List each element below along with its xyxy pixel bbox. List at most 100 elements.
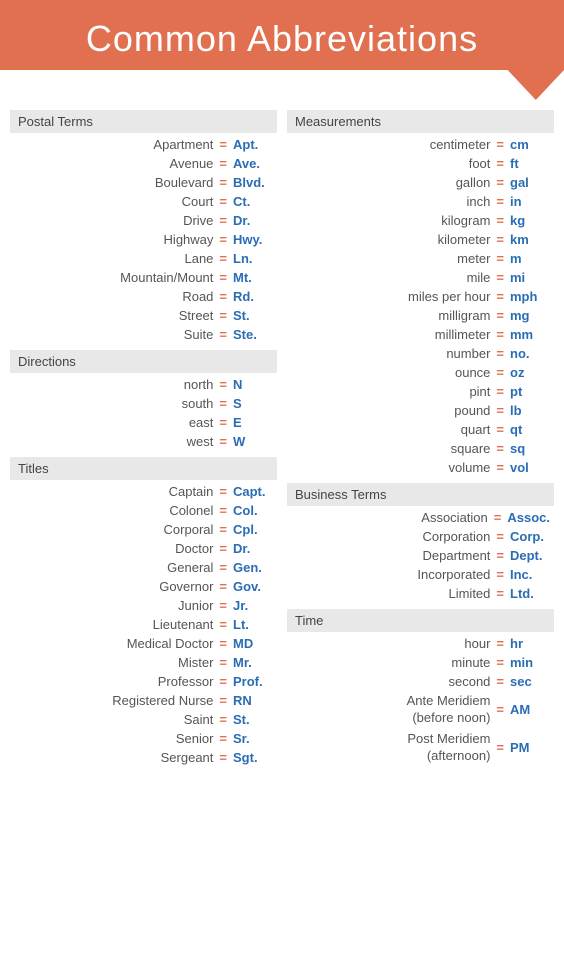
equals-sign: = — [496, 346, 504, 361]
list-item: Association=Assoc. — [287, 508, 554, 527]
abbreviation-term: Drive — [14, 213, 213, 228]
abbreviation-short: mph — [510, 289, 550, 304]
abbreviation-short: MD — [233, 636, 273, 651]
abbreviation-term: pound — [291, 403, 490, 418]
abbreviation-term: Avenue — [14, 156, 213, 171]
abbreviation-term: millimeter — [291, 327, 490, 342]
list-item: hour=hr — [287, 634, 554, 653]
equals-sign: = — [219, 175, 227, 190]
abbreviation-term: ounce — [291, 365, 490, 380]
abbreviation-term: north — [14, 377, 213, 392]
equals-sign: = — [219, 156, 227, 171]
list-item: Lieutenant=Lt. — [10, 615, 277, 634]
abbreviation-short: Prof. — [233, 674, 273, 689]
abbreviation-short: hr — [510, 636, 550, 651]
abbreviation-short: Jr. — [233, 598, 273, 613]
abbreviation-short: Ave. — [233, 156, 273, 171]
abbreviation-term: west — [14, 434, 213, 449]
equals-sign: = — [219, 636, 227, 651]
abbreviation-term: inch — [291, 194, 490, 209]
abbreviation-short: Inc. — [510, 567, 550, 582]
equals-sign: = — [496, 586, 504, 601]
equals-sign: = — [496, 529, 504, 544]
equals-sign: = — [494, 510, 502, 525]
abbreviation-term: General — [14, 560, 213, 575]
equals-sign: = — [219, 415, 227, 430]
abbreviation-term: Mister — [14, 655, 213, 670]
abbreviation-term-multi: Ante Meridiem(before noon) — [291, 693, 490, 727]
equals-sign: = — [219, 693, 227, 708]
abbreviation-short: mi — [510, 270, 550, 285]
abbreviation-term: foot — [291, 156, 490, 171]
list-item: Corporation = Corp. — [287, 527, 554, 546]
abbreviation-short: E — [233, 415, 273, 430]
list-item: Colonel=Col. — [10, 501, 277, 520]
list-item: Captain=Capt. — [10, 482, 277, 501]
abbreviation-short: Dr. — [233, 213, 273, 228]
abbreviation-term: Corporation — [291, 529, 490, 544]
equals-sign: = — [219, 522, 227, 537]
abbreviation-term: Professor — [14, 674, 213, 689]
list-item: Limited=Ltd. — [287, 584, 554, 603]
equals-sign: = — [219, 674, 227, 689]
section-header-directions: Directions — [10, 350, 277, 373]
abbreviation-short: RN — [233, 693, 273, 708]
abbreviation-term: Saint — [14, 712, 213, 727]
abbreviation-short: Ct. — [233, 194, 273, 209]
list-item: number=no. — [287, 344, 554, 363]
list-item: Governor=Gov. — [10, 577, 277, 596]
abbreviation-term: number — [291, 346, 490, 361]
equals-sign: = — [219, 503, 227, 518]
abbreviation-short: lb — [510, 403, 550, 418]
abbreviation-term: kilometer — [291, 232, 490, 247]
list-item: pint=pt — [287, 382, 554, 401]
abbreviation-term: mile — [291, 270, 490, 285]
section-header-time: Time — [287, 609, 554, 632]
abbreviation-short: vol — [510, 460, 550, 475]
abbreviation-short: cm — [510, 137, 550, 152]
abbreviation-short: Sgt. — [233, 750, 273, 765]
list-item: Doctor=Dr. — [10, 539, 277, 558]
list-item: Incorporated = Inc. — [287, 565, 554, 584]
left-column: Postal TermsApartment=Apt.Avenue=Ave.Bou… — [10, 110, 277, 773]
equals-sign: = — [219, 712, 227, 727]
list-item: kilogram=kg — [287, 211, 554, 230]
abbreviation-term: south — [14, 396, 213, 411]
abbreviation-short: Lt. — [233, 617, 273, 632]
equals-sign: = — [496, 232, 504, 247]
equals-sign: = — [219, 194, 227, 209]
abbreviation-term: Boulevard — [14, 175, 213, 190]
list-item: Avenue = Ave. — [10, 154, 277, 173]
abbreviation-term: Lieutenant — [14, 617, 213, 632]
list-item: kilometer=km — [287, 230, 554, 249]
abbreviation-short: kg — [510, 213, 550, 228]
list-item: square=sq — [287, 439, 554, 458]
equals-sign: = — [496, 567, 504, 582]
abbreviation-short: Sr. — [233, 731, 273, 746]
section-header-measurements: Measurements — [287, 110, 554, 133]
abbreviation-short: Corp. — [510, 529, 550, 544]
abbreviation-term: Mountain/Mount — [14, 270, 213, 285]
page-title: Common Abbreviations — [20, 18, 544, 60]
abbreviation-short: St. — [233, 712, 273, 727]
abbreviation-term: east — [14, 415, 213, 430]
abbreviation-short: Ste. — [233, 327, 273, 342]
list-item: Mister=Mr. — [10, 653, 277, 672]
equals-sign: = — [496, 175, 504, 190]
abbreviation-short: pt — [510, 384, 550, 399]
abbreviation-short: mg — [510, 308, 550, 323]
equals-sign: = — [496, 384, 504, 399]
equals-sign: = — [496, 213, 504, 228]
equals-sign: = — [219, 137, 227, 152]
abbreviation-short: Rd. — [233, 289, 273, 304]
abbreviation-term: Incorporated — [291, 567, 490, 582]
equals-sign: = — [496, 702, 504, 717]
list-item: Registered Nurse=RN — [10, 691, 277, 710]
list-item: Department=Dept. — [287, 546, 554, 565]
list-item: north=N — [10, 375, 277, 394]
list-item: Sergeant=Sgt. — [10, 748, 277, 767]
section-header-business: Business Terms — [287, 483, 554, 506]
list-item: Post Meridiem(afternoon)=PM — [287, 729, 554, 767]
equals-sign: = — [496, 308, 504, 323]
abbreviation-short: Apt. — [233, 137, 273, 152]
